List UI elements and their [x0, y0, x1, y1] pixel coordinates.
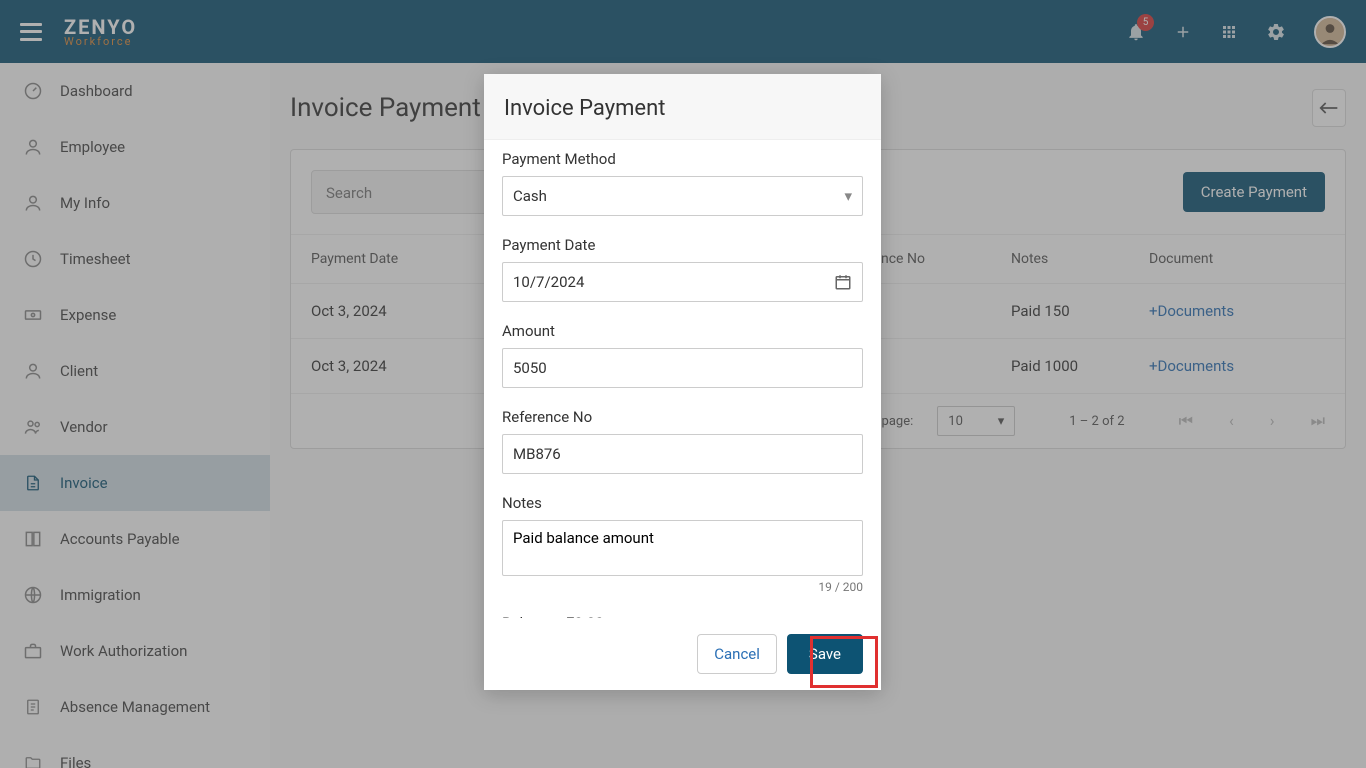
calendar-icon[interactable]	[834, 273, 852, 291]
reference-label: Reference No	[502, 408, 863, 426]
amount-input[interactable]: 5050	[502, 348, 863, 388]
balance-value: ₹0.00	[567, 614, 604, 618]
payment-date-value: 10/7/2024	[513, 273, 584, 291]
save-button[interactable]: Save	[787, 634, 863, 674]
notes-char-count: 19 / 200	[502, 580, 863, 594]
payment-method-value: Cash	[513, 187, 547, 205]
modal-title: Invoice Payment	[504, 96, 861, 121]
notes-label: Notes	[502, 494, 863, 512]
invoice-payment-modal: Invoice Payment Payment Method Cash ▾ Pa…	[484, 74, 881, 690]
cancel-button[interactable]: Cancel	[697, 634, 777, 674]
reference-input[interactable]: MB876	[502, 434, 863, 474]
amount-value: 5050	[513, 359, 547, 377]
payment-method-select[interactable]: Cash ▾	[502, 176, 863, 216]
balance-label: Balance:	[502, 614, 559, 618]
amount-label: Amount	[502, 322, 863, 340]
reference-value: MB876	[513, 445, 561, 463]
payment-date-label: Payment Date	[502, 236, 863, 254]
notes-textarea[interactable]: Paid balance amount	[502, 520, 863, 576]
chevron-down-icon: ▾	[844, 187, 852, 205]
payment-method-label: Payment Method	[502, 150, 863, 168]
payment-date-input[interactable]: 10/7/2024	[502, 262, 863, 302]
